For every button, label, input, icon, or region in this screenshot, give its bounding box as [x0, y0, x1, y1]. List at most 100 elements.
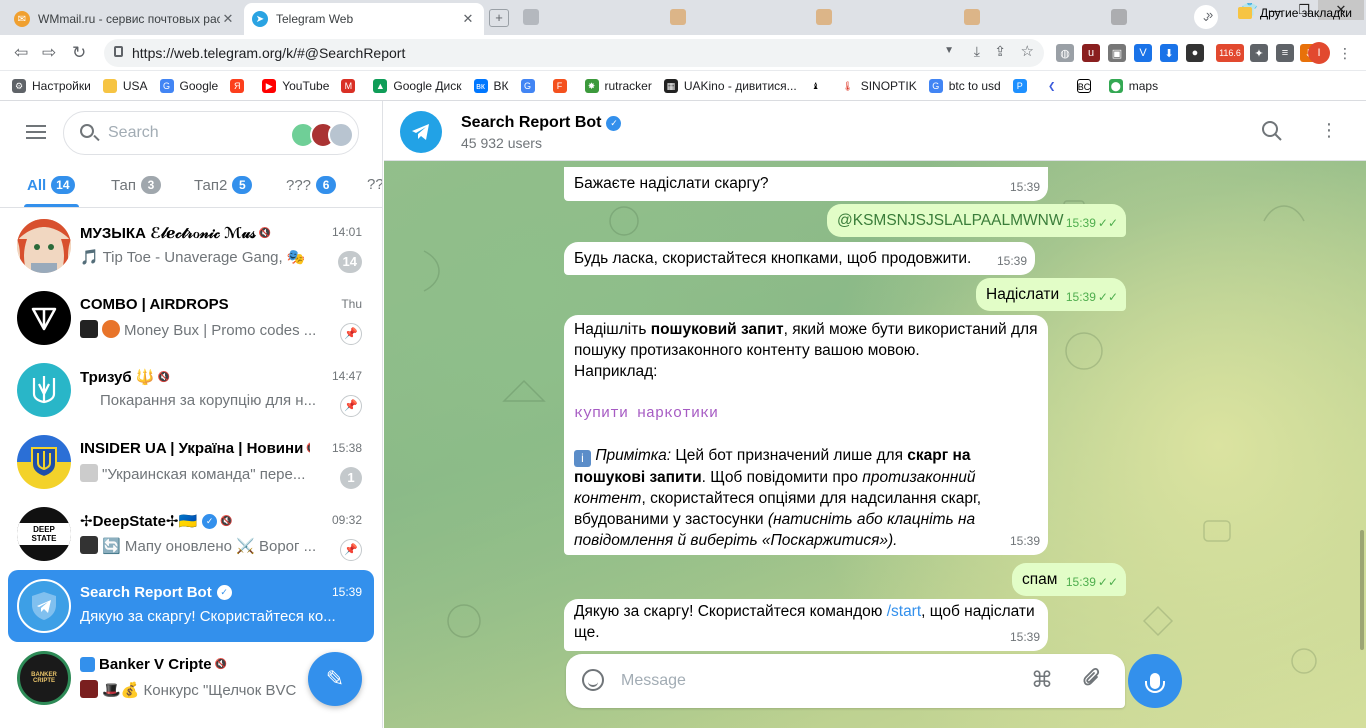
message-bubble-outgoing[interactable]: Надіслати 15:39 ✓✓ — [976, 278, 1126, 311]
bookmark-rutracker[interactable]: ✸ rutracker — [584, 78, 652, 93]
bookmark-p[interactable]: P — [1012, 78, 1033, 93]
bookmark-translate[interactable]: G — [520, 78, 541, 93]
message-bubble-outgoing[interactable]: @KSMSNJSJSLALPAALMWNW 15:39 ✓✓ — [827, 204, 1126, 237]
bookmark-yandex[interactable]: Я — [230, 78, 250, 93]
reload-icon[interactable]: ↻ — [72, 43, 86, 63]
code-example[interactable]: купити наркотики — [574, 403, 1038, 424]
globe-extension-icon[interactable]: ◍ — [1056, 44, 1074, 62]
chat-item-deepstate[interactable]: DEEP STATE ✢DeepState✢🇺🇦 ✓ 🔇 09:32 🔄 Мапу … — [8, 498, 374, 570]
pinned-tab-icon[interactable] — [670, 9, 686, 25]
message-text: спам — [1022, 571, 1058, 588]
search-icon[interactable] — [1261, 120, 1283, 142]
message-bubble[interactable]: Будь ласка, скористайтеся кнопками, щоб … — [564, 242, 1035, 275]
rec-extension-icon[interactable]: ● — [1186, 44, 1204, 62]
back-arrow-icon[interactable]: ⇦ — [14, 43, 28, 63]
bookmark-f[interactable]: F — [552, 78, 573, 93]
chat-scrollbar[interactable] — [1360, 530, 1364, 650]
bookmark-star-icon[interactable]: ☆ — [1021, 42, 1034, 60]
bookmark-maps[interactable]: ⬤ maps — [1108, 78, 1158, 93]
dropdown-icon[interactable]: ▼ — [944, 45, 954, 56]
message-bubble[interactable]: Бажаєте надіслати скаргу? 15:39 — [564, 167, 1048, 201]
pinned-tab-icon[interactable] — [964, 9, 980, 25]
bookmark-gmail[interactable]: M — [341, 78, 361, 93]
chat-time: 15:39 — [331, 585, 362, 599]
bookmark-sinoptik[interactable]: 🌡 SINOPTIK — [840, 78, 917, 93]
folder-label: Тап — [111, 176, 136, 194]
chat-item-muzyka[interactable]: МУЗЫКА ℰ𝓁ℯ𝒸𝓉𝓇ℴ𝓃𝒾𝒸 ℳ𝓊𝓈 🔇 14:01 🎵 Tip Toe -… — [8, 210, 374, 282]
profile-avatar[interactable]: I — [1308, 42, 1330, 64]
chat-time: 15:38 — [331, 441, 362, 455]
rutracker-icon: ✸ — [584, 78, 599, 93]
message-composer: ⌘ — [566, 654, 1125, 708]
pin-icon: 📌 — [340, 395, 362, 417]
folder-tab-2q[interactable]: ?? — [367, 176, 383, 193]
download-extension-icon[interactable]: ⬇ — [1160, 44, 1178, 62]
pinned-tab-icon[interactable] — [816, 9, 832, 25]
bookmark-bc[interactable]: BC — [1076, 78, 1097, 93]
chat-item-search-report-bot[interactable]: Search Report Bot ✓ 15:39 Дякую за скаргу… — [8, 570, 374, 642]
browser-tab-telegram[interactable]: ➤ Telegram Web ✕ — [244, 3, 484, 35]
chat-preview: 🎩💰 Конкурс "Щелчок BVC — [80, 680, 334, 699]
browser-tab-wmmail[interactable]: ✉ WMmail.ru - сервис почтовых рас ✕ — [6, 3, 244, 35]
start-command-link[interactable]: /start — [887, 603, 921, 620]
more-options-icon[interactable]: ⋮ — [1318, 120, 1340, 142]
chat-header[interactable]: Search Report Bot ✓ 45 932 users ⋮ — [384, 101, 1366, 161]
url-field[interactable]: https://web.telegram.org/k/#@SearchRepor… — [104, 39, 1044, 67]
folder-tab-all[interactable]: All 14 — [27, 176, 75, 194]
share-icon[interactable]: ⇪ — [994, 43, 1006, 60]
search-box[interactable] — [63, 111, 359, 155]
media-thumb-icon — [80, 680, 98, 698]
new-tab-button[interactable]: + — [489, 9, 509, 27]
menu-list-icon[interactable]: ≡ — [1276, 44, 1294, 62]
text-italic: Примітка: — [595, 447, 672, 464]
bookmark-settings[interactable]: ⚙ Настройки — [12, 78, 91, 93]
pinned-tab-icon[interactable] — [523, 9, 539, 25]
bot-commands-icon[interactable]: ⌘ — [1031, 667, 1053, 693]
message-bubble[interactable]: Надішліть пошуковий запит, який може бут… — [564, 315, 1048, 555]
chat-item-insider-ua[interactable]: INSIDER UA | Україна | Новини🔇 15:38 "Ук… — [8, 426, 374, 498]
bot-avatar[interactable] — [400, 111, 442, 153]
new-message-button[interactable]: ✎ — [308, 652, 362, 706]
v-extension-icon[interactable]: V — [1134, 44, 1152, 62]
bookmark-google[interactable]: G Google — [159, 78, 218, 93]
bookmark-youtube[interactable]: ▶ YouTube — [262, 78, 329, 93]
pinned-tab-icon[interactable] — [1111, 9, 1127, 25]
chat-name-text: Banker V Cripte — [99, 656, 212, 673]
bookmark-chess[interactable]: ♝ — [808, 78, 829, 93]
bookmark-usa[interactable]: USA — [102, 78, 148, 93]
attach-icon[interactable] — [1082, 667, 1102, 695]
chat-item-combo-airdrops[interactable]: COMBO | AIRDROPS Thu Money Bux | Promo c… — [8, 282, 374, 354]
more-bookmarks-button[interactable]: » — [1206, 7, 1213, 22]
folder-tab-tap2[interactable]: Тап2 5 — [194, 176, 253, 194]
bookmark-google-drive[interactable]: ▲ Google Диск — [373, 78, 462, 93]
folder-label: ?? — [367, 176, 383, 193]
message-bubble-outgoing[interactable]: спам 15:39 ✓✓ — [1012, 563, 1126, 596]
extensions-puzzle-icon[interactable]: ✦ — [1250, 44, 1268, 62]
folder-tab-3q[interactable]: ??? 6 — [286, 176, 337, 194]
chat-item-tryzub[interactable]: Тризуб 🔱 🔇 14:47 Покарання за корупцію дл… — [8, 354, 374, 426]
story-avatar[interactable] — [328, 122, 354, 148]
search-input[interactable] — [108, 122, 278, 144]
menu-icon[interactable] — [26, 125, 46, 139]
chat-area: Search Report Bot ✓ 45 932 users ⋮ Бажаєт… — [384, 101, 1366, 728]
chat-preview: Дякую за скаргу! Скористайтеся ко... — [80, 608, 336, 625]
install-icon[interactable]: ⤓ — [974, 43, 980, 60]
bookmark-label: P — [1016, 80, 1023, 91]
close-tab-icon[interactable]: ✕ — [220, 11, 236, 27]
kebab-menu-icon[interactable]: ⋮ — [1336, 44, 1354, 62]
close-tab-icon[interactable]: ✕ — [460, 11, 476, 27]
bookmark-vk[interactable]: вк ВК — [473, 78, 509, 93]
counter-extension-icon[interactable]: 116.6 — [1216, 44, 1244, 62]
message-bubble[interactable]: Дякую за скаргу! Скористайтеся командою … — [564, 599, 1048, 651]
bookmark-uakino[interactable]: ▦ UAKino - дивитися... — [663, 78, 797, 93]
bookmark-btc-to-usd[interactable]: Gbtc to usd — [928, 78, 1001, 93]
forward-arrow-icon[interactable]: ⇨ — [42, 43, 56, 63]
bookmark-arrow[interactable]: ❮ — [1044, 78, 1065, 93]
folder-tab-tap[interactable]: Тап 3 — [111, 176, 161, 194]
voice-record-button[interactable] — [1128, 654, 1182, 708]
ublock-extension-icon[interactable]: u — [1082, 44, 1100, 62]
briefcase-extension-icon[interactable]: ▣ — [1108, 44, 1126, 62]
other-bookmarks[interactable]: Другие закладки — [1238, 6, 1352, 20]
emoji-icon[interactable] — [582, 669, 604, 691]
message-input[interactable] — [621, 669, 1001, 693]
